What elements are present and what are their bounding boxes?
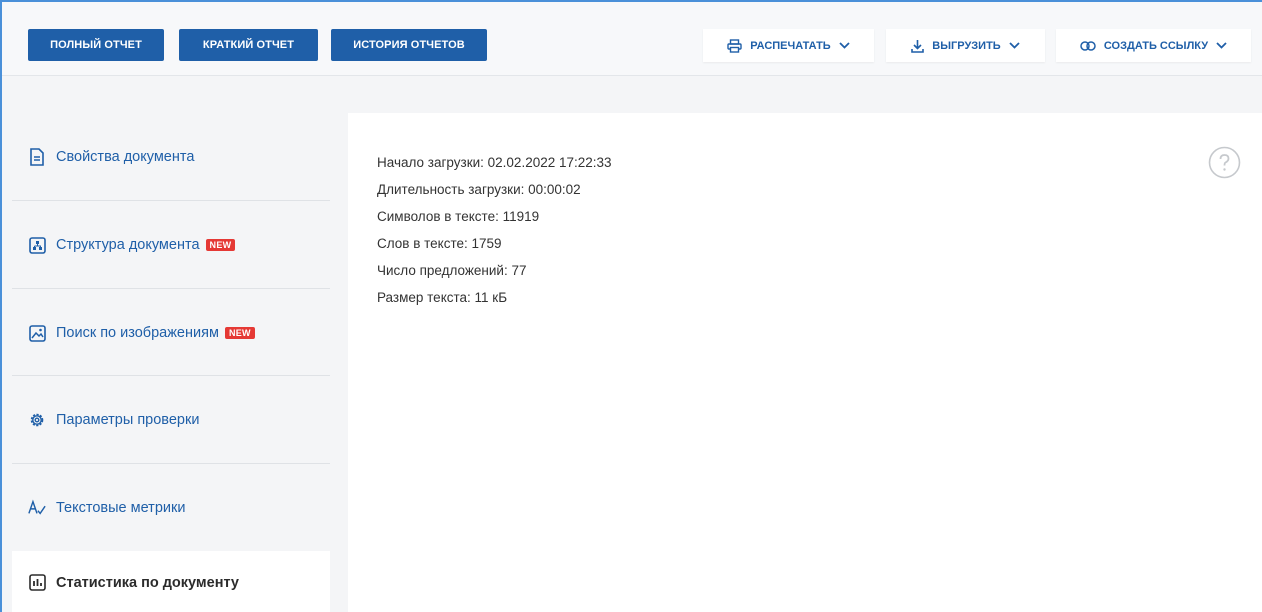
stat-characters: Символов в тексте: 11919 bbox=[377, 209, 540, 224]
print-button[interactable]: РАСПЕЧАТАТЬ bbox=[703, 29, 874, 62]
sidebar-item-document-structure[interactable]: Структура документа NEW bbox=[12, 201, 330, 289]
sidebar-item-check-parameters[interactable]: Параметры проверки bbox=[12, 376, 330, 464]
create-link-button[interactable]: СОЗДАТЬ ССЫЛКУ bbox=[1056, 29, 1251, 62]
chevron-down-icon bbox=[839, 42, 850, 49]
new-badge: NEW bbox=[205, 239, 236, 251]
gear-icon bbox=[28, 411, 46, 429]
export-label: ВЫГРУЗИТЬ bbox=[932, 39, 1001, 52]
chevron-down-icon bbox=[1216, 42, 1227, 49]
text-metrics-icon bbox=[28, 499, 46, 517]
sidebar-item-label: Статистика по документу bbox=[56, 574, 239, 591]
document-icon bbox=[28, 148, 46, 166]
statistics-panel: Начало загрузки: 02.02.2022 17:22:33 Дли… bbox=[348, 113, 1262, 612]
create-link-label: СОЗДАТЬ ССЫЛКУ bbox=[1103, 39, 1209, 52]
link-icon bbox=[1080, 40, 1096, 51]
bar-chart-icon bbox=[28, 574, 46, 592]
sidebar-item-label: Текстовые метрики bbox=[56, 500, 186, 516]
stat-words: Слов в тексте: 1759 bbox=[377, 236, 502, 251]
download-icon bbox=[911, 39, 925, 53]
sidebar-item-label: Поиск по изображениям bbox=[56, 325, 219, 341]
tab-full-report[interactable]: ПОЛНЫЙ ОТЧЕТ bbox=[28, 29, 164, 61]
stats-list: Начало загрузки: 02.02.2022 17:22:33 Дли… bbox=[377, 149, 612, 311]
sidebar-item-label: Параметры проверки bbox=[56, 412, 200, 428]
sidebar-item-document-properties[interactable]: Свойства документа bbox=[12, 113, 330, 201]
sidebar: Свойства документа Структура документа N… bbox=[12, 113, 330, 612]
sidebar-item-document-statistics[interactable]: Статистика по документу bbox=[12, 551, 330, 612]
sidebar-item-image-search[interactable]: Поиск по изображениям NEW bbox=[12, 289, 330, 377]
tab-report-history[interactable]: ИСТОРИЯ ОТЧЕТОВ bbox=[331, 29, 487, 61]
sidebar-item-label: Свойства документа bbox=[56, 149, 195, 165]
help-icon[interactable] bbox=[1208, 146, 1241, 184]
export-button[interactable]: ВЫГРУЗИТЬ bbox=[886, 29, 1045, 62]
image-icon bbox=[28, 324, 46, 342]
sidebar-item-text-metrics[interactable]: Текстовые метрики bbox=[12, 464, 330, 552]
print-label: РАСПЕЧАТАТЬ bbox=[750, 39, 831, 52]
printer-icon bbox=[727, 38, 742, 53]
chevron-down-icon bbox=[1009, 42, 1020, 49]
structure-icon bbox=[28, 236, 46, 254]
new-badge: NEW bbox=[224, 327, 255, 339]
sidebar-item-label: Структура документа bbox=[56, 237, 200, 253]
stat-text-size: Размер текста: 11 кБ bbox=[377, 290, 508, 305]
stat-upload-start: Начало загрузки: 02.02.2022 17:22:33 bbox=[377, 155, 612, 170]
top-toolbar: ПОЛНЫЙ ОТЧЕТ КРАТКИЙ ОТЧЕТ ИСТОРИЯ ОТЧЕТ… bbox=[2, 2, 1262, 76]
stat-sentences: Число предложений: 77 bbox=[377, 263, 527, 278]
stat-upload-duration: Длительность загрузки: 00:00:02 bbox=[377, 182, 581, 197]
tab-short-report[interactable]: КРАТКИЙ ОТЧЕТ bbox=[179, 29, 318, 61]
